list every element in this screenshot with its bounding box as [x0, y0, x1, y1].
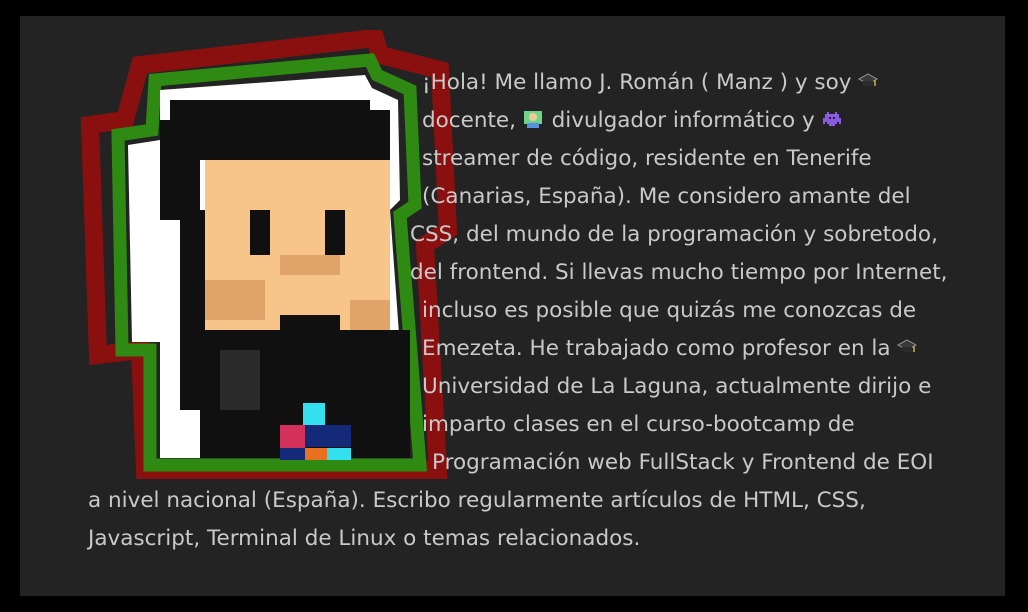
- space-invader-icon: [822, 112, 841, 126]
- bio-panel: ¡Hola! Me llamo J. Román ( Manz ) y soy …: [20, 16, 1005, 596]
- bio-line: Programación web FullStack y Frontend de…: [432, 450, 934, 475]
- bio-line: del frontend. Si llevas mucho tiempo por…: [410, 260, 948, 285]
- bio-line: incluso es posible que quizás me conozca…: [422, 298, 917, 323]
- bio-line: (Canarias, España). Me considero amante …: [422, 184, 911, 209]
- bio-line: imparto clases en el curso-bootcamp de: [422, 412, 855, 437]
- bio-line: Universidad de La Laguna, actualmente di…: [422, 374, 932, 399]
- bio-line: Javascript, Terminal de Linux o temas re…: [88, 526, 641, 551]
- technologist-icon: [523, 111, 542, 128]
- bio-line: ¡Hola! Me llamo J. Román ( Manz ) y soy: [422, 64, 880, 102]
- bio-line: a nivel nacional (España). Escribo regul…: [88, 488, 866, 513]
- bio-line: streamer de código, residente en Tenerif…: [422, 146, 872, 171]
- bio-line: docente, divulgador informático y: [422, 102, 844, 140]
- bio-line: CSS, del mundo de la programación y sobr…: [410, 222, 938, 247]
- graduation-cap-icon: [897, 339, 918, 353]
- graduation-cap-icon: [858, 73, 879, 87]
- bio-line: Emezeta. He trabajado como profesor en l…: [422, 330, 919, 368]
